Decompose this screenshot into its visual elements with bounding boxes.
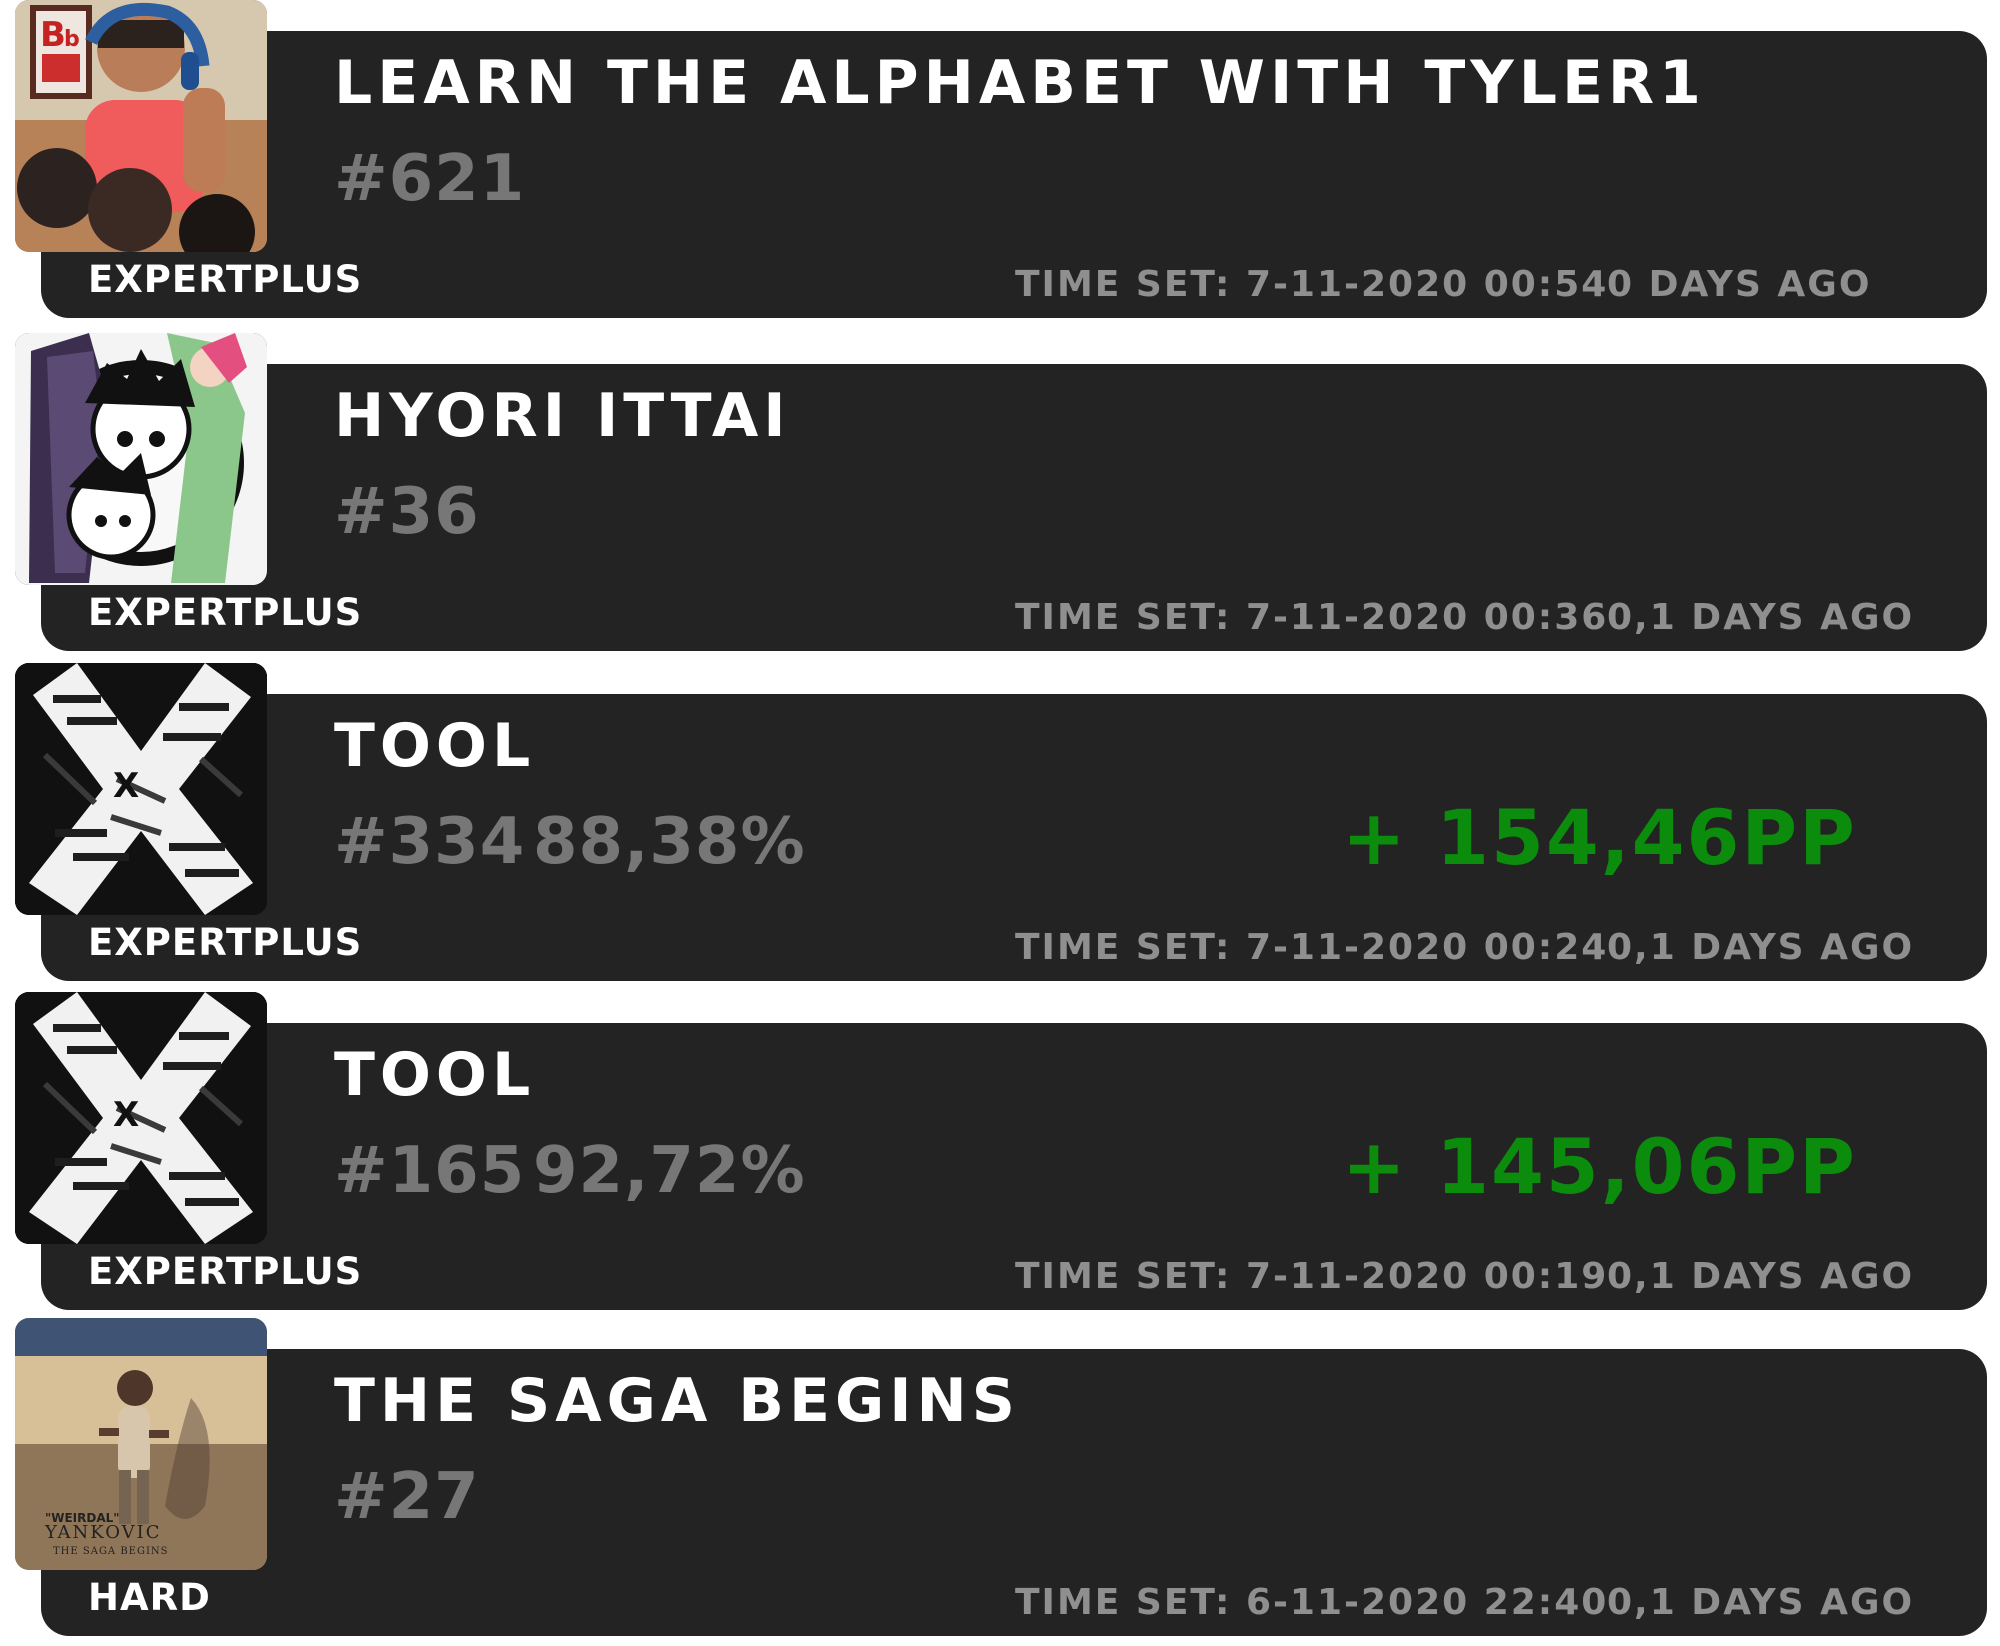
song-title: LEARN THE ALPHABET WITH TYLER1	[334, 48, 1706, 118]
difficulty-label: HARD	[88, 1576, 211, 1619]
difficulty-label: EXPERTPLUS	[88, 591, 363, 634]
song-title: TOOL	[334, 1040, 536, 1110]
svg-text:X: X	[113, 1095, 139, 1135]
tyler1-alphabet-cover-icon: B b	[15, 0, 267, 252]
anime-characters-cover-icon	[15, 333, 267, 585]
time-ago-label: 0 DAYS AGO	[1607, 264, 1872, 305]
cover-subtitle-text: THE SAGA BEGINS	[53, 1546, 169, 1557]
svg-text:b: b	[64, 27, 80, 52]
score-row-tool-334[interactable]: X TOOL #334 88,38% + 154,46PP EXPERTPLUS…	[0, 663, 2000, 981]
time-ago-label: 0,1 DAYS AGO	[1607, 1582, 1915, 1623]
rank-value: #621	[334, 142, 526, 216]
time-ago-label: 0,1 DAYS AGO	[1607, 1256, 1915, 1297]
time-ago-label: 0,1 DAYS AGO	[1607, 927, 1915, 968]
x-typography-cover-icon: X	[15, 992, 267, 1244]
x-typography-cover-icon: X	[15, 663, 267, 915]
score-row-tool-165[interactable]: X TOOL #165 92,72% + 145,06PP EXPERTPLUS…	[0, 992, 2000, 1310]
difficulty-label: EXPERTPLUS	[88, 1250, 363, 1293]
pp-gain-value: + 154,46PP	[1342, 793, 1857, 882]
song-title: TOOL	[334, 711, 536, 781]
rank-value: #334	[334, 805, 526, 879]
difficulty-label: EXPERTPLUS	[88, 921, 363, 964]
time-set-label: TIME SET: 7-11-2020 00:19	[1015, 1256, 1609, 1297]
accuracy-value: 88,38%	[533, 805, 806, 879]
rank-value: #165	[334, 1134, 526, 1208]
score-row-learn-the-alphabet[interactable]: B b LEARN THE ALPHABET WITH TYLER1 #621 …	[0, 0, 2000, 318]
time-set-label: TIME SET: 7-11-2020 00:24	[1015, 927, 1609, 968]
rank-value: #36	[334, 475, 480, 549]
score-row-hyori-ittai[interactable]: HYORI ITTAI #36 EXPERTPLUS TIME SET: 7-1…	[0, 333, 2000, 651]
time-set-label: TIME SET: 7-11-2020 00:54	[1015, 264, 1609, 305]
difficulty-label: EXPERTPLUS	[88, 258, 363, 301]
time-set-label: TIME SET: 7-11-2020 00:36	[1015, 597, 1609, 638]
score-row-the-saga-begins[interactable]: "WEIRDAL" YANKOVIC THE SAGA BEGINS THE S…	[0, 1318, 2000, 1636]
time-set-label: TIME SET: 6-11-2020 22:40	[1015, 1582, 1609, 1623]
time-ago-label: 0,1 DAYS AGO	[1607, 597, 1915, 638]
saga-begins-cover-icon: "WEIRDAL" YANKOVIC THE SAGA BEGINS	[15, 1318, 267, 1570]
svg-text:B: B	[40, 15, 66, 55]
accuracy-value: 92,72%	[533, 1134, 806, 1208]
song-title: THE SAGA BEGINS	[334, 1366, 1020, 1436]
song-title: HYORI ITTAI	[334, 381, 791, 451]
pp-gain-value: + 145,06PP	[1342, 1122, 1857, 1211]
cover-artist-text: YANKOVIC	[44, 1522, 162, 1543]
rank-value: #27	[334, 1460, 480, 1534]
score-list: B b LEARN THE ALPHABET WITH TYLER1 #621 …	[0, 0, 2000, 1646]
svg-text:X: X	[113, 766, 139, 806]
